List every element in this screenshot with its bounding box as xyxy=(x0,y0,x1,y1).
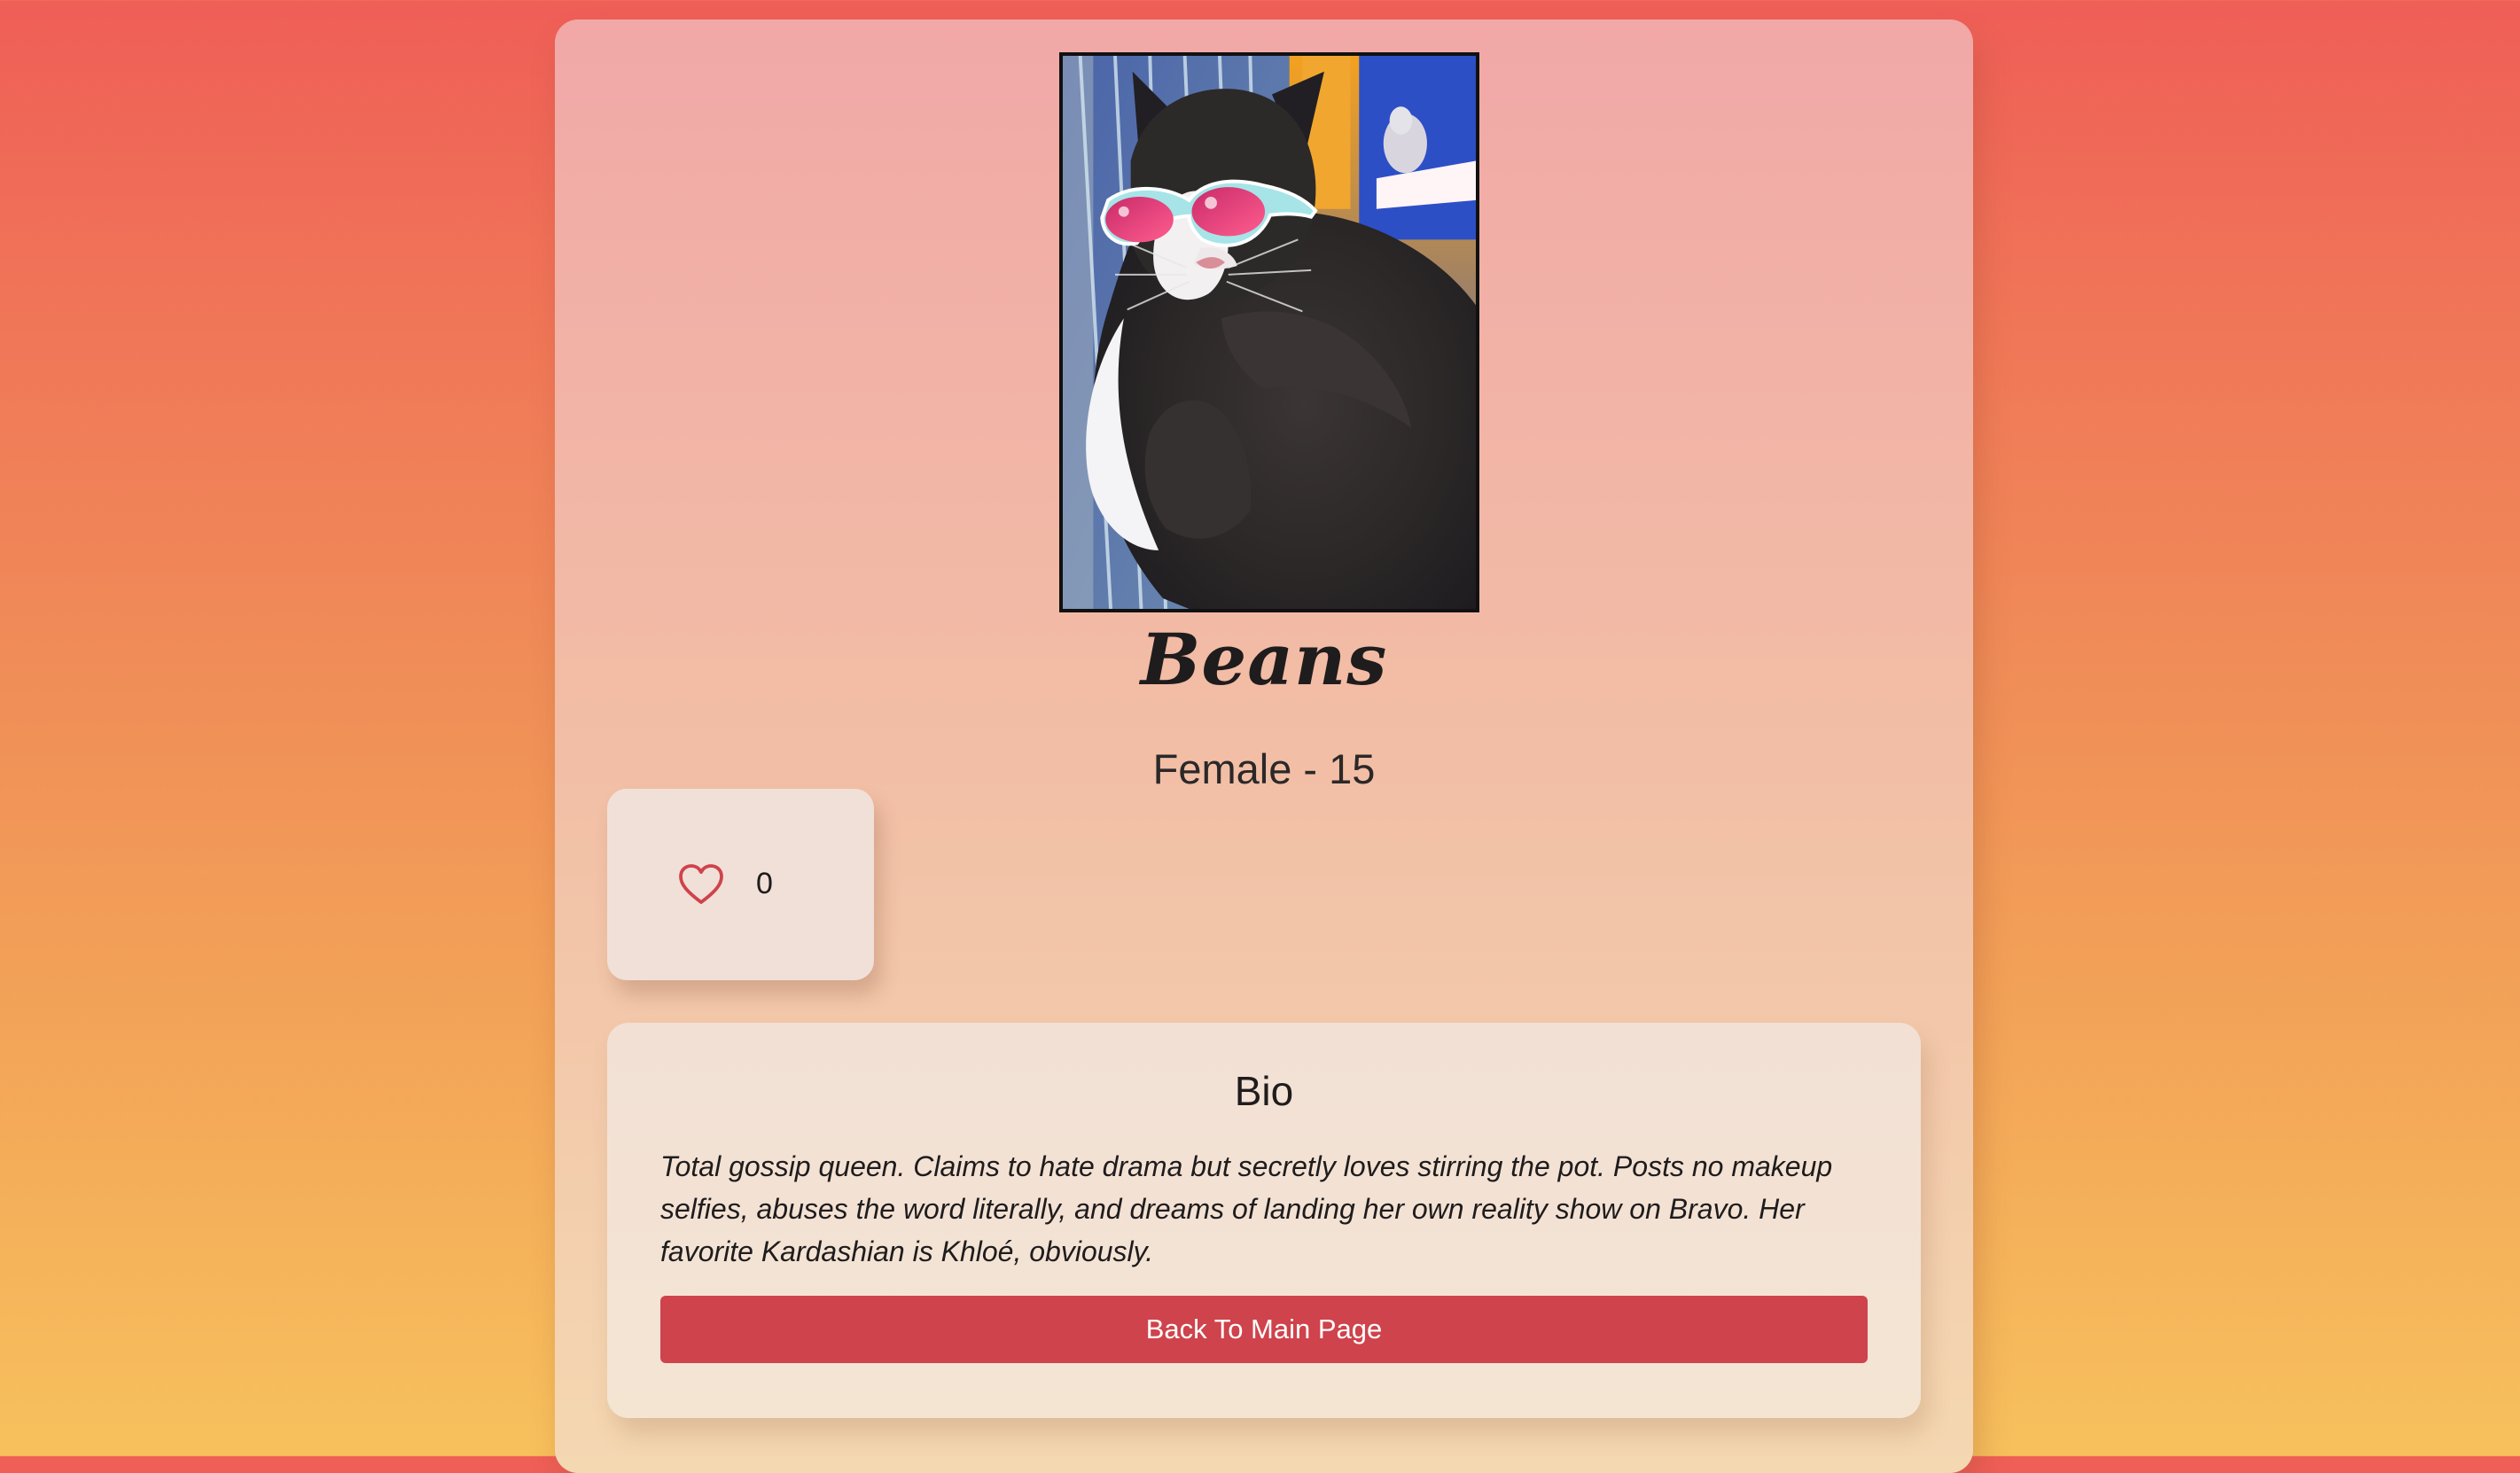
like-count: 0 xyxy=(756,867,773,900)
bio-text: Total gossip queen. Claims to hate drama… xyxy=(660,1150,1833,1267)
cat-photo-illustration xyxy=(1063,56,1476,609)
pet-gender-age: Female - 15 xyxy=(1152,745,1376,792)
cat-photo xyxy=(1059,52,1479,612)
heart-icon[interactable] xyxy=(678,863,724,906)
bio-card: Bio Total gossip queen. Claims to hate d… xyxy=(607,1023,1921,1418)
pet-name: Beans xyxy=(1140,618,1388,701)
likes-card: 0 xyxy=(607,789,874,980)
bio-title: Bio xyxy=(1234,1068,1294,1114)
profile-card: Beans Female - 15 0 Bio Total gossip que… xyxy=(555,19,1973,1473)
back-to-main-page-button[interactable]: Back To Main Page xyxy=(660,1296,1868,1363)
